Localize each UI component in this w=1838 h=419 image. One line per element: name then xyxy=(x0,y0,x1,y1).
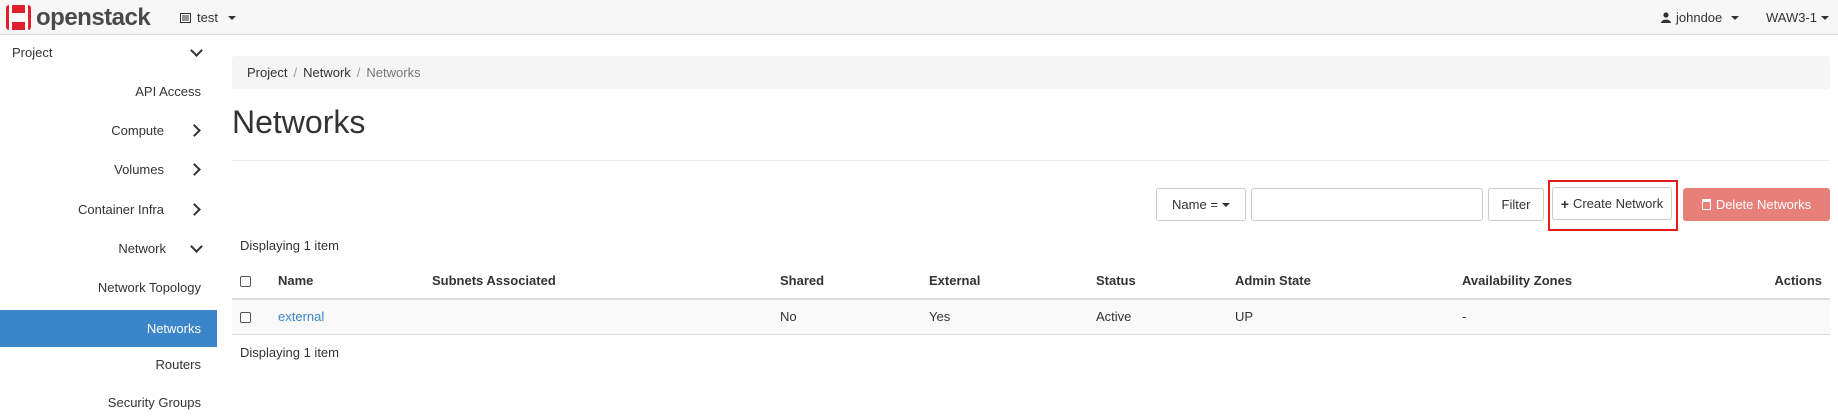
column-header-actions: Actions xyxy=(1730,262,1830,300)
row-checkbox[interactable] xyxy=(240,312,251,324)
chevron-down-icon xyxy=(190,44,203,57)
cell-subnets xyxy=(424,299,772,335)
create-network-label: Create Network xyxy=(1572,196,1664,211)
sidebar-item-network[interactable]: Network xyxy=(0,232,217,265)
cell-admin-state: UP xyxy=(1227,299,1454,335)
sidebar-item-label: Network Topology xyxy=(97,280,201,295)
sidebar-item-label: Volumes xyxy=(114,162,164,177)
sidebar-item-label: API Access xyxy=(135,84,201,99)
sidebar-item-label: Project xyxy=(12,45,53,60)
create-network-button[interactable]: + Create Network xyxy=(1552,187,1672,220)
region-name: WAW3-1 xyxy=(1766,10,1818,25)
column-header-admin-state[interactable]: Admin State xyxy=(1227,262,1454,300)
cell-external: Yes xyxy=(921,299,1088,335)
breadcrumb-item-project[interactable]: Project xyxy=(247,65,287,80)
column-header-subnets[interactable]: Subnets Associated xyxy=(424,262,772,300)
openstack-logo[interactable]: openstack xyxy=(6,3,151,31)
sidebar-item-label: Networks xyxy=(146,321,201,336)
row-select-cell xyxy=(232,299,270,335)
project-dropdown[interactable]: test xyxy=(180,10,236,25)
delete-networks-button[interactable]: Delete Networks xyxy=(1683,188,1830,221)
sidebar-item-label: Compute xyxy=(111,123,164,138)
brand-name: openstack xyxy=(36,3,151,31)
select-all-cell xyxy=(232,262,270,300)
column-header-shared[interactable]: Shared xyxy=(772,262,921,300)
table-row: external No Yes Active UP - xyxy=(232,299,1830,335)
openstack-logo-icon xyxy=(6,5,31,30)
column-header-status[interactable]: Status xyxy=(1088,262,1227,300)
project-icon xyxy=(180,12,191,23)
cell-actions xyxy=(1730,299,1830,335)
select-all-checkbox[interactable] xyxy=(240,275,251,287)
sidebar-item-label: Network xyxy=(118,241,166,256)
column-header-availability-zones[interactable]: Availability Zones xyxy=(1454,262,1730,300)
sidebar-item-container-infra[interactable]: Container Infra xyxy=(0,193,217,226)
user-name: johndoe xyxy=(1676,10,1723,25)
chevron-right-icon xyxy=(188,163,201,176)
project-name: test xyxy=(197,10,218,25)
column-header-external[interactable]: External xyxy=(921,262,1088,300)
sidebar-item-networks[interactable]: Networks xyxy=(0,310,217,347)
sidebar-item-label: Container Infra xyxy=(78,202,164,217)
column-header-name[interactable]: Name xyxy=(270,262,424,300)
sidebar-item-volumes[interactable]: Volumes xyxy=(0,153,217,186)
top-navbar: openstack test johndoe WAW3-1 xyxy=(0,0,1838,35)
cell-name: external xyxy=(270,299,424,335)
caret-down-icon xyxy=(1731,15,1740,20)
breadcrumb: Project / Network / Networks xyxy=(232,56,1830,89)
breadcrumb-item-network[interactable]: Network xyxy=(303,65,351,80)
plus-icon: + xyxy=(1560,195,1569,212)
sidebar-item-routers[interactable]: Routers xyxy=(0,348,217,381)
table-header-row: Name Subnets Associated Shared External … xyxy=(232,262,1830,300)
page-title: Networks xyxy=(232,104,366,140)
display-count-top: Displaying 1 item xyxy=(240,238,339,253)
region-dropdown[interactable]: WAW3-1 xyxy=(1766,10,1830,25)
network-name-link[interactable]: external xyxy=(278,309,324,324)
delete-networks-label: Delete Networks xyxy=(1715,197,1812,212)
display-count-bottom: Displaying 1 item xyxy=(240,345,339,360)
caret-down-icon xyxy=(227,15,236,20)
trash-icon xyxy=(1701,199,1711,210)
sidebar-item-network-topology[interactable]: Network Topology xyxy=(0,271,217,304)
filter-field-label: Name = xyxy=(1172,197,1218,212)
sidebar-item-project[interactable]: Project xyxy=(0,36,217,69)
breadcrumb-separator: / xyxy=(356,65,361,80)
user-dropdown[interactable]: johndoe xyxy=(1661,10,1740,25)
chevron-down-icon xyxy=(190,240,203,253)
sidebar-item-label: Routers xyxy=(155,357,201,372)
breadcrumb-item-networks: Networks xyxy=(366,65,421,80)
filter-field-select[interactable]: Name = xyxy=(1156,188,1246,221)
chevron-right-icon xyxy=(188,124,201,137)
user-icon xyxy=(1661,12,1671,23)
cell-status: Active xyxy=(1088,299,1227,335)
sidebar-item-label: Security Groups xyxy=(107,395,201,410)
sidebar-item-compute[interactable]: Compute xyxy=(0,114,217,147)
caret-down-icon xyxy=(1221,202,1230,207)
chevron-right-icon xyxy=(188,203,201,216)
caret-down-icon xyxy=(1821,15,1830,20)
cell-shared: No xyxy=(772,299,921,335)
networks-table: Name Subnets Associated Shared External … xyxy=(232,262,1830,335)
cell-availability-zones: - xyxy=(1454,299,1730,335)
sidebar: Project API Access Compute Volumes Conta… xyxy=(0,36,217,419)
sidebar-item-api-access[interactable]: API Access xyxy=(0,75,217,108)
title-divider xyxy=(232,160,1830,161)
breadcrumb-separator: / xyxy=(293,65,298,80)
sidebar-item-security-groups[interactable]: Security Groups xyxy=(0,386,217,419)
filter-input[interactable] xyxy=(1251,188,1483,221)
filter-button[interactable]: Filter xyxy=(1488,188,1544,221)
